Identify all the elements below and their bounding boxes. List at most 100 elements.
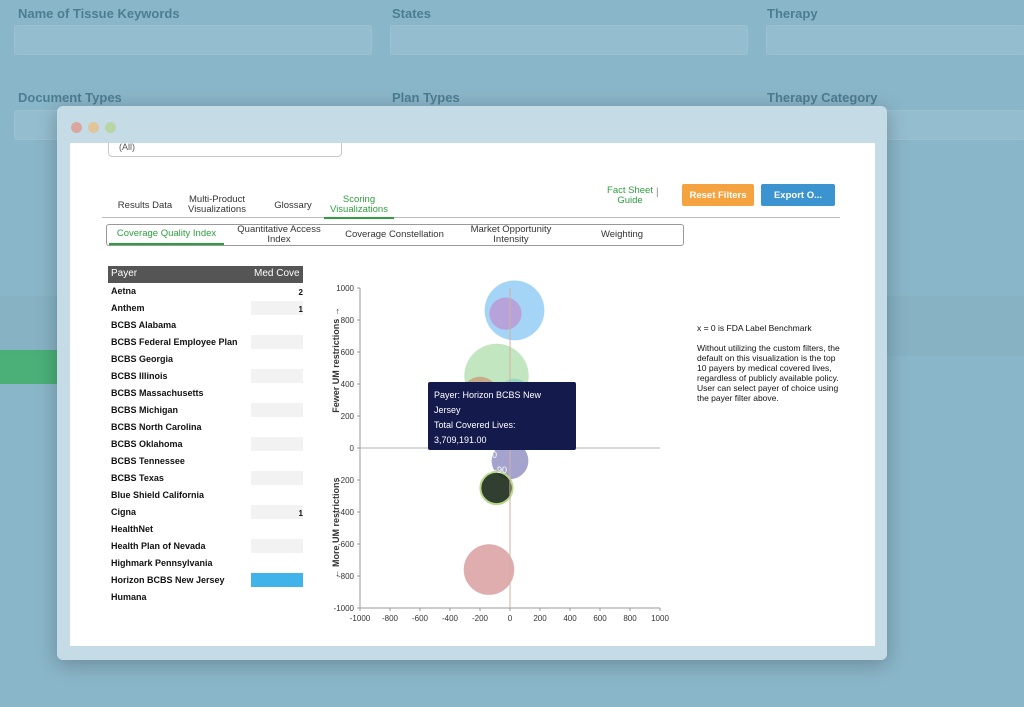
table-row[interactable]: BCBS Michigan <box>108 402 303 419</box>
table-row[interactable]: Anthem 1 <box>108 300 303 317</box>
y-tick-label: 600 <box>341 348 355 357</box>
y-tick-label: 400 <box>341 380 355 389</box>
y-tick-label: 0 <box>350 444 355 453</box>
subtab-label: Market Opportunity Intensity <box>470 224 552 245</box>
bg-input-3 <box>766 25 1024 55</box>
tooltip-um-score: UM Score: -250 <box>434 450 498 460</box>
y-axis-label-bottom: ← More UM restrictions <box>331 477 341 578</box>
coverage-cell <box>251 369 303 383</box>
payer-name: Cigna <box>111 507 137 517</box>
table-row[interactable]: Blue Shield California <box>108 487 303 504</box>
bg-field-label: Therapy Category <box>767 90 878 105</box>
table-row[interactable]: HealthNet <box>108 521 303 538</box>
payer-name: Highmark Pennsylvania <box>111 558 213 568</box>
y-axis-label-top: Fewer UM restrictions → <box>331 307 341 413</box>
bg-field-label: Therapy <box>767 6 818 21</box>
payer-name: Aetna <box>111 286 137 296</box>
coverage-cell <box>251 403 303 417</box>
table-header: Payer Med Cove <box>108 266 303 283</box>
coverage-cell <box>251 386 303 400</box>
x-tick-label: -600 <box>412 614 429 623</box>
payer-name: BCBS North Carolina <box>111 422 202 432</box>
zoom-dot[interactable] <box>105 122 116 133</box>
data-point[interactable] <box>489 297 522 330</box>
tab-scoring-visualizations[interactable]: Scoring Visualizations <box>324 195 394 219</box>
y-tick-label: -1000 <box>334 604 355 613</box>
fact-sheet-guide-link[interactable]: Fact Sheet Guide <box>600 186 660 206</box>
table-row[interactable]: BCBS Texas <box>108 470 303 487</box>
coverage-cell <box>251 352 303 366</box>
window-controls <box>71 120 122 138</box>
tab-label: Results Data <box>117 200 173 211</box>
coverage-cell <box>251 539 303 553</box>
separator: | <box>656 187 659 198</box>
reset-filters-button[interactable]: Reset Filters <box>682 184 754 206</box>
y-tick-label: 200 <box>341 412 355 421</box>
x-tick-label: -1000 <box>350 614 371 623</box>
table-row[interactable]: BCBS Federal Employee Plan <box>108 334 303 351</box>
description-note: Without utilizing the custom filters, th… <box>697 343 840 403</box>
table-row[interactable]: Health Plan of Nevada <box>108 538 303 555</box>
bg-field-label: Document Types <box>18 90 122 105</box>
payer-name: BCBS Oklahoma <box>111 439 183 449</box>
table-row[interactable]: BCBS Illinois <box>108 368 303 385</box>
table-row[interactable]: BCBS Tennessee <box>108 453 303 470</box>
tab-glossary[interactable]: Glossary <box>262 201 324 211</box>
coverage-value: 1 <box>298 509 303 518</box>
table-row[interactable]: BCBS Oklahoma <box>108 436 303 453</box>
table-row[interactable]: BCBS Georgia <box>108 351 303 368</box>
close-dot[interactable] <box>71 122 82 133</box>
payer-table: Payer Med Cove Aetna 2 Anthem 1 BCBS Alabama… <box>108 266 303 611</box>
coverage-cell <box>251 318 303 332</box>
coverage-cell <box>251 488 303 502</box>
payer-name: Anthem <box>111 303 145 313</box>
benchmark-note: x = 0 is FDA Label Benchmark <box>697 323 812 333</box>
table-body: Aetna 2 Anthem 1 BCBS Alabama BCBS Federal Em… <box>108 283 303 606</box>
subtab-label: Weighting <box>600 229 644 240</box>
payer-name: Health Plan of Nevada <box>111 541 206 551</box>
table-row[interactable]: BCBS North Carolina <box>108 419 303 436</box>
subtab-weighting[interactable]: Weighting <box>577 225 667 245</box>
table-row[interactable]: BCBS Massachusetts <box>108 385 303 402</box>
coverage-cell <box>251 471 303 485</box>
modal-window: (All) Results Data Multi-Product Visuali… <box>57 106 887 660</box>
bg-input-2 <box>390 25 748 55</box>
export-button[interactable]: Export O... <box>761 184 835 206</box>
tab-label: Multi-Product Visualizations <box>188 194 246 215</box>
table-row[interactable]: Cigna 1 <box>108 504 303 521</box>
table-row[interactable]: Aetna 2 <box>108 283 303 300</box>
x-tick-label: 200 <box>533 614 547 623</box>
table-row[interactable]: BCBS Alabama <box>108 317 303 334</box>
payer-name: Humana <box>111 592 147 602</box>
subtab-quantitative-access-index[interactable]: Quantitative Access Index <box>231 225 327 245</box>
payer-name: BCBS Tennessee <box>111 456 185 466</box>
payer-name: BCBS Massachusetts <box>111 388 204 398</box>
tooltip-lives: Total Covered Lives: 3,709,191.00 <box>434 420 516 445</box>
subtab-label: Coverage Quality Index <box>116 228 217 239</box>
minimize-dot[interactable] <box>88 122 99 133</box>
tab-results-data[interactable]: Results Data <box>110 201 180 211</box>
y-tick-label: 800 <box>341 316 355 325</box>
table-row[interactable]: Highmark Pennsylvania <box>108 555 303 572</box>
table-row[interactable]: Horizon BCBS New Jersey <box>108 572 303 589</box>
payer-name: BCBS Georgia <box>111 354 174 364</box>
link-label: Fact Sheet Guide <box>607 185 653 206</box>
payer-name: Blue Shield California <box>111 490 205 500</box>
header-med-cove: Med Cove <box>254 268 300 279</box>
subtab-coverage-quality-index[interactable]: Coverage Quality Index <box>109 225 224 245</box>
payer-name: BCBS Texas <box>111 473 164 483</box>
chart-tooltip: Payer: Horizon BCBS New Jersey Total Cov… <box>428 382 576 475</box>
subtab-market-opportunity[interactable]: Market Opportunity Intensity <box>457 225 565 245</box>
bg-input-1 <box>14 25 372 55</box>
x-tick-label: -200 <box>472 614 489 623</box>
table-row[interactable]: Humana <box>108 589 303 606</box>
tab-multi-product[interactable]: Multi-Product Visualizations <box>182 195 252 215</box>
coverage-cell <box>251 420 303 434</box>
payer-filter-select[interactable]: (All) <box>108 143 342 157</box>
coverage-value: 2 <box>298 288 303 297</box>
payer-name: HealthNet <box>111 524 154 534</box>
tooltip-payer: Payer: Horizon BCBS New Jersey <box>434 390 542 415</box>
payer-name: BCBS Alabama <box>111 320 177 330</box>
subtab-coverage-constellation[interactable]: Coverage Constellation <box>337 225 452 245</box>
data-point[interactable] <box>463 544 515 595</box>
